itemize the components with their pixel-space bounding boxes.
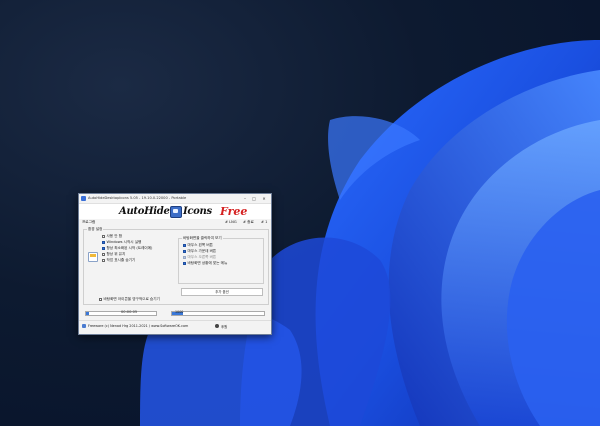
checkbox-label: 마우스 가운데 버튼 bbox=[187, 249, 217, 253]
checkbox-box[interactable] bbox=[102, 259, 105, 262]
checkbox-box[interactable] bbox=[102, 253, 105, 256]
progress-row: 00:00:05 1000 bbox=[79, 309, 271, 317]
checkbox-label: 바탕화면 상황에 맞는 메뉴 bbox=[187, 261, 228, 265]
delay-slider[interactable] bbox=[171, 311, 265, 316]
menu-one[interactable]: # 1 bbox=[261, 220, 267, 224]
checkbox-always-on-top[interactable]: 항상 위 유지 bbox=[102, 252, 125, 257]
checkbox-box[interactable] bbox=[102, 235, 105, 238]
footer: Freeware (c) Nenad Hrg 2011-2021 / www.S… bbox=[79, 320, 271, 331]
checkbox-label: 사용 안 함 bbox=[106, 234, 123, 238]
checkbox-label: 마우스 왼쪽 버튼 bbox=[187, 243, 213, 247]
menu-lng[interactable]: # LNG bbox=[225, 220, 237, 224]
logo-text-autohide: AutoHide bbox=[119, 206, 170, 217]
minimize-icon[interactable]: – bbox=[241, 195, 249, 202]
checkbox-box[interactable] bbox=[102, 241, 105, 244]
delay-value: 1000 bbox=[175, 309, 184, 314]
title-bar[interactable]: AutoHideDesktopIcons 5.05 - 19.10.0.2200… bbox=[79, 194, 271, 204]
checkbox-label: 바탕화면 아이콘을 영구적으로 숨기기 bbox=[103, 297, 160, 301]
settings-group-title: 환경 설정 bbox=[87, 227, 104, 232]
app-window: AutoHideDesktopIcons 5.05 - 19.10.0.2200… bbox=[78, 193, 272, 335]
window-title: AutoHideDesktopIcons 5.05 - 19.10.0.2200… bbox=[88, 196, 187, 200]
softwareok-icon bbox=[82, 324, 86, 328]
desktop-icon bbox=[170, 206, 182, 218]
donate-icon[interactable] bbox=[215, 324, 219, 328]
checkbox-hide-permanently[interactable]: 바탕화면 아이콘을 영구적으로 숨기기 bbox=[99, 297, 160, 302]
checkbox-box[interactable] bbox=[99, 298, 102, 301]
checkbox-label: 작업 표시줄 숨기기 bbox=[106, 258, 136, 262]
donate-link[interactable]: 후원 bbox=[221, 324, 227, 329]
menu-program[interactable]: 프로그램 bbox=[82, 220, 95, 225]
checkbox-disable[interactable]: 사용 안 함 bbox=[102, 234, 122, 239]
click-desktop-group: 바탕화면을 클릭하여 보기 마우스 왼쪽 버튼 마우스 가운데 버튼 마우스 오… bbox=[178, 236, 264, 284]
settings-icon bbox=[88, 252, 98, 262]
checkbox-box[interactable] bbox=[183, 244, 186, 247]
menu-exit[interactable]: # 종료 bbox=[243, 220, 254, 225]
checkbox-context-menu[interactable]: 바탕화면 상황에 맞는 메뉴 bbox=[183, 261, 227, 266]
checkbox-start-minimized[interactable]: 항상 최소화된 시작 (트레이에) bbox=[102, 246, 152, 251]
checkbox-label: 항상 위 유지 bbox=[106, 252, 126, 256]
maximize-icon[interactable]: □ bbox=[250, 195, 258, 202]
checkbox-box[interactable] bbox=[183, 262, 186, 265]
checkbox-right-mouse[interactable]: 마우스 오른쪽 버튼 bbox=[183, 255, 216, 260]
logo-banner: AutoHide Icons Free bbox=[79, 204, 271, 219]
checkbox-middle-mouse[interactable]: 마우스 가운데 버튼 bbox=[183, 249, 216, 254]
footer-copyright-link[interactable]: Freeware (c) Nenad Hrg 2011-2021 / www.S… bbox=[88, 324, 188, 328]
checkbox-left-mouse[interactable]: 마우스 왼쪽 버튼 bbox=[183, 243, 213, 248]
checkbox-label: 마우스 오른쪽 버튼 bbox=[187, 255, 217, 259]
settings-group: 환경 설정 사용 안 함 Windows 시작시 실행 항상 최소화된 시작 (… bbox=[83, 227, 269, 305]
checkbox-label: Windows 시작시 실행 bbox=[106, 240, 142, 244]
click-desktop-group-title: 바탕화면을 클릭하여 보기 bbox=[182, 236, 223, 241]
close-icon[interactable]: ✕ bbox=[260, 195, 268, 202]
timer-label: 00:00:05 bbox=[121, 310, 138, 314]
checkbox-box[interactable] bbox=[183, 256, 186, 259]
app-icon bbox=[81, 196, 86, 201]
more-options-button[interactable]: 추가 옵션 bbox=[181, 288, 263, 296]
timer-progress-fill bbox=[86, 312, 89, 315]
checkbox-hide-taskbar[interactable]: 작업 표시줄 숨기기 bbox=[102, 258, 135, 263]
checkbox-box[interactable] bbox=[183, 250, 186, 253]
checkbox-label: 항상 최소화된 시작 (트레이에) bbox=[106, 246, 153, 250]
checkbox-run-at-startup[interactable]: Windows 시작시 실행 bbox=[102, 240, 141, 245]
menu-bar: 프로그램 # LNG # 종료 # 1 bbox=[79, 219, 271, 226]
logo-text-icons: Icons bbox=[183, 206, 212, 217]
logo-text-free: Free bbox=[220, 205, 248, 218]
checkbox-box[interactable] bbox=[102, 247, 105, 250]
